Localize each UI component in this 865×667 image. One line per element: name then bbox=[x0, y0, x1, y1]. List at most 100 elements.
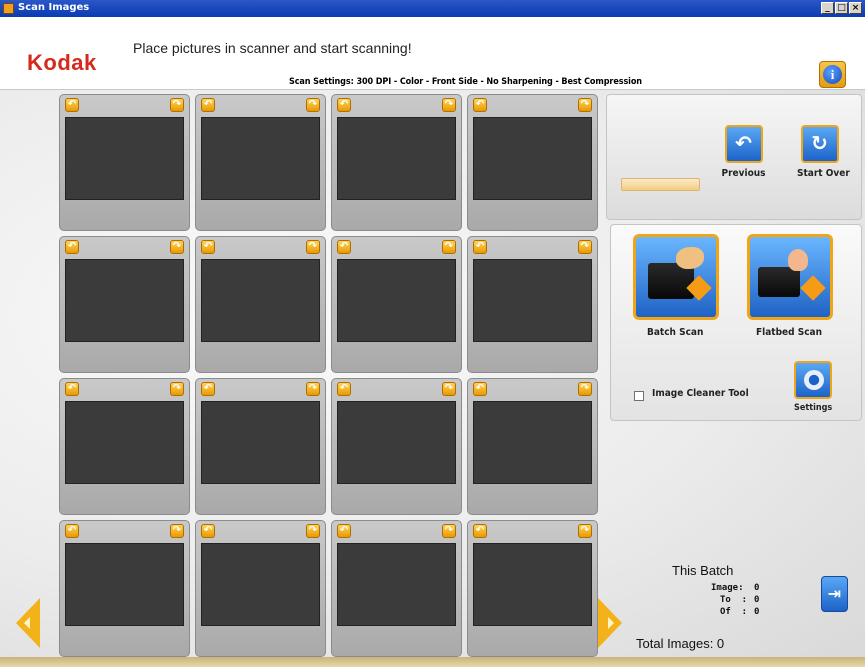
rotate-right-icon[interactable]: ↷ bbox=[442, 382, 456, 396]
settings-label: Settings bbox=[794, 403, 833, 413]
minimize-button[interactable]: _ bbox=[821, 2, 834, 14]
scan-settings-text: Scan Settings: 300 DPI - Color - Front S… bbox=[289, 77, 642, 87]
rotate-right-icon[interactable]: ↷ bbox=[170, 382, 184, 396]
thumbnail-slot[interactable]: ↶ ↷ bbox=[195, 378, 326, 515]
rotate-left-icon[interactable]: ↶ bbox=[337, 98, 351, 112]
previous-icon: ↶ bbox=[724, 125, 763, 163]
rotate-left-icon[interactable]: ↶ bbox=[201, 524, 215, 538]
start-over-button[interactable]: ↻ Start Over bbox=[797, 125, 850, 179]
batch-scan-button[interactable] bbox=[633, 234, 719, 320]
rotate-left-icon[interactable]: ↶ bbox=[337, 240, 351, 254]
rotate-right-icon[interactable]: ↷ bbox=[578, 524, 592, 538]
thumbnail-image[interactable] bbox=[65, 401, 184, 484]
thumbnail-slot[interactable]: ↶ ↷ bbox=[467, 94, 598, 231]
rotate-left-icon[interactable]: ↶ bbox=[201, 98, 215, 112]
thumbnail-image[interactable] bbox=[337, 259, 456, 342]
rotate-left-icon[interactable]: ↶ bbox=[65, 524, 79, 538]
thumbnail-image[interactable] bbox=[65, 259, 184, 342]
page-left-icon[interactable] bbox=[16, 598, 40, 648]
exit-icon: ⇥ bbox=[827, 584, 842, 603]
instruction-text: Place pictures in scanner and start scan… bbox=[133, 40, 412, 56]
flatbed-scan-button[interactable] bbox=[747, 234, 833, 320]
thumbnail-image[interactable] bbox=[65, 543, 184, 626]
of-count-label: Of : bbox=[720, 607, 748, 617]
rotate-left-icon[interactable]: ↶ bbox=[473, 240, 487, 254]
thumbnail-slot[interactable]: ↶ ↷ bbox=[59, 236, 190, 373]
previous-button[interactable]: ↶ Previous bbox=[721, 125, 766, 179]
thumbnail-image[interactable] bbox=[337, 401, 456, 484]
previous-label: Previous bbox=[721, 168, 766, 179]
rotate-right-icon[interactable]: ↷ bbox=[442, 524, 456, 538]
rotate-right-icon[interactable]: ↷ bbox=[306, 524, 320, 538]
thumbnail-slot[interactable]: ↶ ↷ bbox=[331, 378, 462, 515]
start-over-icon: ↻ bbox=[800, 125, 839, 163]
rotate-right-icon[interactable]: ↷ bbox=[578, 98, 592, 112]
rotate-left-icon[interactable]: ↶ bbox=[473, 382, 487, 396]
flatbed-scan-label: Flatbed Scan bbox=[756, 327, 823, 338]
person-graphic bbox=[788, 249, 808, 271]
rotate-left-icon[interactable]: ↶ bbox=[65, 382, 79, 396]
bottom-border bbox=[0, 657, 865, 667]
rotate-right-icon[interactable]: ↷ bbox=[442, 240, 456, 254]
settings-button[interactable] bbox=[794, 361, 832, 399]
batch-title: This Batch bbox=[672, 563, 734, 578]
navigation-panel: ↶ Previous ↻ Start Over bbox=[606, 94, 862, 220]
total-images: Total Images: 0 bbox=[636, 636, 725, 651]
thumbnail-image[interactable] bbox=[201, 117, 320, 200]
thumbnail-image[interactable] bbox=[473, 259, 592, 342]
thumbnail-slot[interactable]: ↶ ↷ bbox=[59, 520, 190, 657]
thumbnail-slot[interactable]: ↶ ↷ bbox=[59, 378, 190, 515]
thumbnail-image[interactable] bbox=[201, 401, 320, 484]
thumbnail-image[interactable] bbox=[337, 543, 456, 626]
rotate-left-icon[interactable]: ↶ bbox=[337, 382, 351, 396]
rotate-right-icon[interactable]: ↷ bbox=[578, 240, 592, 254]
thumbnail-slot[interactable]: ↶ ↷ bbox=[195, 94, 326, 231]
window-controls: _ □ × bbox=[821, 2, 862, 14]
thumbnail-slot[interactable]: ↶ ↷ bbox=[467, 520, 598, 657]
rotate-left-icon[interactable]: ↶ bbox=[337, 524, 351, 538]
image-cleaner-checkbox[interactable] bbox=[634, 391, 644, 401]
info-button[interactable]: i bbox=[819, 61, 846, 88]
thumbnail-image[interactable] bbox=[473, 401, 592, 484]
thumbnail-image[interactable] bbox=[65, 117, 184, 200]
status-bar bbox=[621, 178, 700, 191]
rotate-right-icon[interactable]: ↷ bbox=[306, 382, 320, 396]
rotate-right-icon[interactable]: ↷ bbox=[170, 524, 184, 538]
rotate-right-icon[interactable]: ↷ bbox=[578, 382, 592, 396]
rotate-left-icon[interactable]: ↶ bbox=[201, 382, 215, 396]
thumbnail-image[interactable] bbox=[201, 259, 320, 342]
rotate-left-icon[interactable]: ↶ bbox=[473, 524, 487, 538]
rotate-left-icon[interactable]: ↶ bbox=[201, 240, 215, 254]
thumbnail-slot[interactable]: ↶ ↷ bbox=[195, 520, 326, 657]
thumbnail-slot[interactable]: ↶ ↷ bbox=[59, 94, 190, 231]
image-count-label: Image: bbox=[711, 583, 744, 593]
rotate-right-icon[interactable]: ↷ bbox=[442, 98, 456, 112]
main-area: ↶ ↷ ↶ ↷ ↶ ↷ ↶ ↷ ↶ ↷ ↶ ↷ ↶ ↷ ↶ ↷ ↶ ↷ ↶ ↷ ↶ ↷ ↶ ↷ ↶ ↷ ↶ ↷ ↶ ↷ ↶ ↷ ↶ Previ… bbox=[0, 90, 865, 657]
maximize-button[interactable]: □ bbox=[835, 2, 848, 14]
thumbnail-image[interactable] bbox=[473, 543, 592, 626]
settings-icon bbox=[804, 370, 824, 390]
rotate-right-icon[interactable]: ↷ bbox=[306, 240, 320, 254]
thumbnail-slot[interactable]: ↶ ↷ bbox=[331, 236, 462, 373]
info-icon: i bbox=[823, 65, 842, 84]
image-cleaner-label: Image Cleaner Tool bbox=[652, 388, 749, 399]
thumbnail-slot[interactable]: ↶ ↷ bbox=[331, 520, 462, 657]
to-count-value: 0 bbox=[754, 595, 760, 605]
thumbnail-image[interactable] bbox=[201, 543, 320, 626]
app-icon bbox=[3, 3, 14, 14]
thumbnail-slot[interactable]: ↶ ↷ bbox=[467, 378, 598, 515]
rotate-left-icon[interactable]: ↶ bbox=[65, 240, 79, 254]
thumbnail-slot[interactable]: ↶ ↷ bbox=[195, 236, 326, 373]
thumbnail-image[interactable] bbox=[337, 117, 456, 200]
rotate-right-icon[interactable]: ↷ bbox=[306, 98, 320, 112]
of-count-value: 0 bbox=[754, 607, 760, 617]
thumbnail-slot[interactable]: ↶ ↷ bbox=[467, 236, 598, 373]
rotate-left-icon[interactable]: ↶ bbox=[473, 98, 487, 112]
thumbnail-image[interactable] bbox=[473, 117, 592, 200]
rotate-left-icon[interactable]: ↶ bbox=[65, 98, 79, 112]
thumbnail-slot[interactable]: ↶ ↷ bbox=[331, 94, 462, 231]
close-button[interactable]: × bbox=[849, 2, 862, 14]
rotate-right-icon[interactable]: ↷ bbox=[170, 240, 184, 254]
rotate-right-icon[interactable]: ↷ bbox=[170, 98, 184, 112]
exit-button[interactable]: ⇥ bbox=[821, 576, 848, 612]
